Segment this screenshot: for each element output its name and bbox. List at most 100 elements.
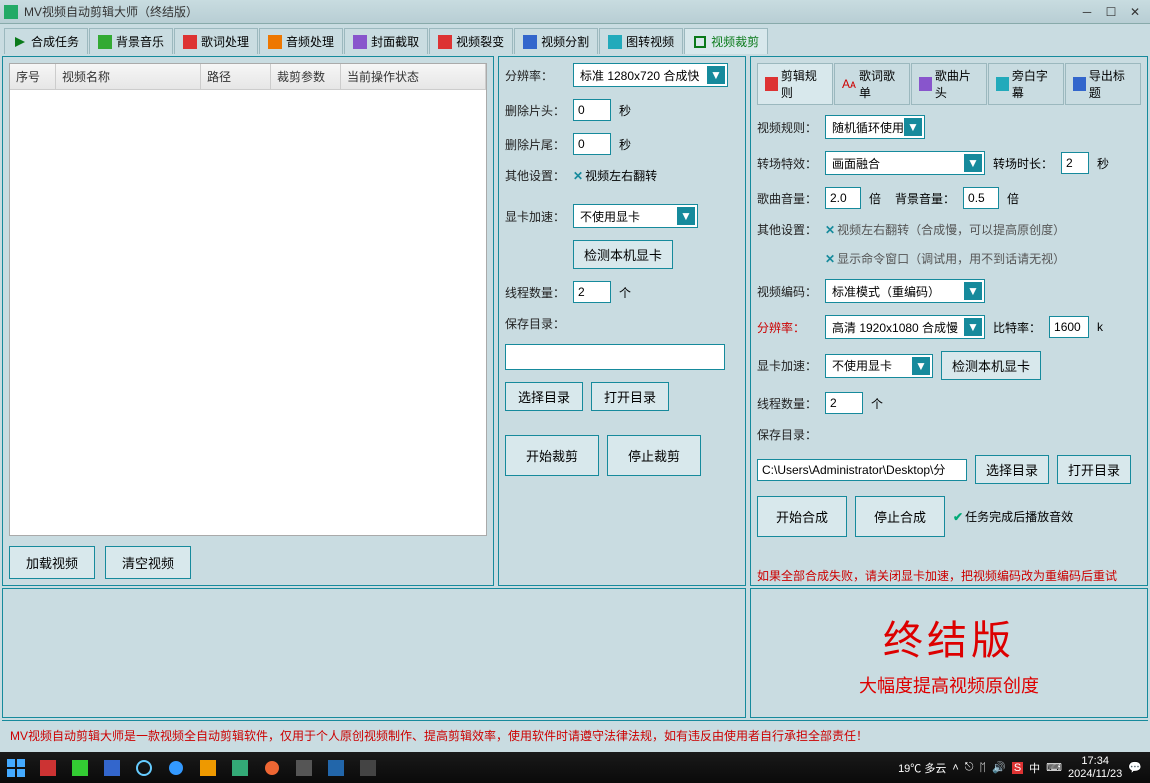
weather[interactable]: 19℃ 多云 bbox=[898, 760, 946, 776]
split-icon bbox=[438, 35, 452, 49]
video-table[interactable]: 序号 视频名称 路径 裁剪参数 当前操作状态 bbox=[9, 63, 487, 536]
detect-gpu2-button[interactable]: 检测本机显卡 bbox=[941, 351, 1041, 380]
bitrate-input[interactable] bbox=[1049, 316, 1089, 338]
notification-icon[interactable]: 💬 bbox=[1128, 761, 1142, 774]
tab-audio[interactable]: 音频处理 bbox=[259, 28, 343, 54]
clock[interactable]: 17:34 2024/11/23 bbox=[1068, 755, 1122, 779]
taskbar-app-icon[interactable] bbox=[225, 754, 255, 782]
trim-tail-input[interactable] bbox=[573, 133, 611, 155]
other2-label: 其他设置： bbox=[757, 221, 817, 238]
tray-chevron-up-icon[interactable]: ˄ bbox=[952, 762, 958, 774]
rtab-playlist[interactable]: Aᴀ歌词歌单 bbox=[834, 63, 910, 105]
rtab-subtitle[interactable]: 旁白字幕 bbox=[988, 63, 1064, 105]
chevron-down-icon: ▼ bbox=[707, 66, 725, 84]
clear-video-button[interactable]: 清空视频 bbox=[105, 546, 191, 579]
vol-input[interactable] bbox=[825, 187, 861, 209]
open-dir-button[interactable]: 打开目录 bbox=[591, 382, 669, 411]
th-index[interactable]: 序号 bbox=[10, 64, 56, 89]
chevron-down-icon: ▼ bbox=[964, 318, 982, 336]
trim-head-label: 删除片头： bbox=[505, 102, 565, 119]
enc-label: 视频编码： bbox=[757, 283, 817, 300]
savedir2-label: 保存目录： bbox=[757, 426, 817, 443]
res2-combo[interactable]: 高清 1920x1080 合成慢▼ bbox=[825, 315, 985, 339]
stop-crop-button[interactable]: 停止裁剪 bbox=[607, 435, 701, 476]
ime-lang[interactable]: 中 bbox=[1029, 760, 1040, 776]
rule-combo[interactable]: 随机循环使用▼ bbox=[825, 115, 925, 139]
savedir2-input[interactable] bbox=[757, 459, 967, 481]
choose-dir-button[interactable]: 选择目录 bbox=[505, 382, 583, 411]
tab-lyrics[interactable]: 歌词处理 bbox=[174, 28, 258, 54]
load-video-button[interactable]: 加载视频 bbox=[9, 546, 95, 579]
savedir-input[interactable] bbox=[505, 344, 725, 370]
taskbar-app-icon[interactable] bbox=[257, 754, 287, 782]
th-params[interactable]: 裁剪参数 bbox=[271, 64, 341, 89]
gpu2-combo[interactable]: 不使用显卡▼ bbox=[825, 354, 933, 378]
taskbar-app-icon[interactable] bbox=[321, 754, 351, 782]
stop-compose-button[interactable]: 停止合成 bbox=[855, 496, 945, 537]
video-list-panel: 序号 视频名称 路径 裁剪参数 当前操作状态 加载视频 清空视频 bbox=[2, 56, 494, 586]
chevron-down-icon: ▼ bbox=[904, 118, 922, 136]
th-name[interactable]: 视频名称 bbox=[56, 64, 201, 89]
crop-settings-panel: 分辨率： 标准 1280x720 合成快▼ 删除片头： 秒 删除片尾： 秒 其他… bbox=[498, 56, 746, 586]
sound-checkbox[interactable]: 任务完成后播放音效 bbox=[953, 508, 1073, 525]
flip-checkbox[interactable]: 视频左右翻转 bbox=[573, 167, 657, 184]
rtab-intro[interactable]: 歌曲片头 bbox=[911, 63, 987, 105]
tray-icon[interactable]: ⌨ bbox=[1046, 761, 1062, 774]
vol-label: 歌曲音量： bbox=[757, 190, 817, 207]
th-status[interactable]: 当前操作状态 bbox=[341, 64, 486, 89]
choose-dir2-button[interactable]: 选择目录 bbox=[975, 455, 1049, 484]
threads2-label: 线程数量： bbox=[757, 395, 817, 412]
minimize-button[interactable]: ─ bbox=[1076, 4, 1098, 20]
open-dir2-button[interactable]: 打开目录 bbox=[1057, 455, 1131, 484]
tab-cover[interactable]: 封面截取 bbox=[344, 28, 428, 54]
taskbar-app-icon[interactable] bbox=[97, 754, 127, 782]
rtab-export[interactable]: 导出标题 bbox=[1065, 63, 1141, 105]
tab-bgmusic[interactable]: 背景音乐 bbox=[89, 28, 173, 54]
start-compose-button[interactable]: 开始合成 bbox=[757, 496, 847, 537]
rtab-rules[interactable]: 剪辑规则 bbox=[757, 63, 833, 105]
chevron-down-icon: ▼ bbox=[964, 154, 982, 172]
taskbar-app-icon[interactable] bbox=[33, 754, 63, 782]
tab-split2[interactable]: 视频分割 bbox=[514, 28, 598, 54]
intro-icon bbox=[919, 77, 932, 91]
taskbar-app-icon[interactable] bbox=[289, 754, 319, 782]
flip2-checkbox[interactable]: 视频左右翻转（合成慢，可以提高原创度） bbox=[825, 221, 1065, 238]
tray-icon[interactable]: ⎋ bbox=[965, 761, 974, 774]
close-button[interactable]: ✕ bbox=[1124, 4, 1146, 20]
tab-compose[interactable]: 合成任务 bbox=[4, 28, 88, 54]
maximize-button[interactable]: ☐ bbox=[1100, 4, 1122, 20]
titlebar: MV视频自动剪辑大师（终结版） ─ ☐ ✕ bbox=[0, 0, 1150, 24]
system-tray[interactable]: 19℃ 多云 ˄ ⎋ ᛖ 🔊 S 中 ⌨ 17:34 2024/11/23 💬 bbox=[890, 755, 1150, 779]
start-button[interactable] bbox=[1, 754, 31, 782]
trim-head-input[interactable] bbox=[573, 99, 611, 121]
gpu2-label: 显卡加速： bbox=[757, 357, 817, 374]
compose-rules-panel: 剪辑规则 Aᴀ歌词歌单 歌曲片头 旁白字幕 导出标题 视频规则： 随机循环使用▼… bbox=[750, 56, 1148, 586]
tab-img2vid[interactable]: 图转视频 bbox=[599, 28, 683, 54]
tab-split1[interactable]: 视频裂变 bbox=[429, 28, 513, 54]
cmdwin-checkbox[interactable]: 显示命令窗口（调试用，用不到话请无视） bbox=[825, 250, 1065, 267]
start-crop-button[interactable]: 开始裁剪 bbox=[505, 435, 599, 476]
resolution-label: 分辨率： bbox=[505, 67, 565, 84]
right-tabbar: 剪辑规则 Aᴀ歌词歌单 歌曲片头 旁白字幕 导出标题 bbox=[757, 63, 1141, 105]
trans-combo[interactable]: 画面融合▼ bbox=[825, 151, 985, 175]
th-path[interactable]: 路径 bbox=[201, 64, 271, 89]
threads2-input[interactable] bbox=[825, 392, 863, 414]
dur-input[interactable] bbox=[1061, 152, 1089, 174]
resolution-combo[interactable]: 标准 1280x720 合成快▼ bbox=[573, 63, 728, 87]
threads-input[interactable] bbox=[573, 281, 611, 303]
tray-volume-icon[interactable]: 🔊 bbox=[992, 761, 1006, 774]
taskbar[interactable]: 19℃ 多云 ˄ ⎋ ᛖ 🔊 S 中 ⌨ 17:34 2024/11/23 💬 bbox=[0, 752, 1150, 783]
gpu-combo[interactable]: 不使用显卡▼ bbox=[573, 204, 698, 228]
detect-gpu-button[interactable]: 检测本机显卡 bbox=[573, 240, 673, 269]
tab-crop[interactable]: 视频裁剪 bbox=[684, 28, 768, 54]
enc-combo[interactable]: 标准模式（重编码）▼ bbox=[825, 279, 985, 303]
chevron-down-icon: ▼ bbox=[677, 207, 695, 225]
bgvol-input[interactable] bbox=[963, 187, 999, 209]
ime-icon[interactable]: S bbox=[1012, 762, 1023, 774]
taskbar-app-icon[interactable] bbox=[193, 754, 223, 782]
taskbar-app-icon[interactable] bbox=[65, 754, 95, 782]
taskbar-app-icon[interactable] bbox=[129, 754, 159, 782]
taskbar-app-icon[interactable] bbox=[353, 754, 383, 782]
tray-icon[interactable]: ᛖ bbox=[980, 762, 987, 774]
taskbar-app-icon[interactable] bbox=[161, 754, 191, 782]
